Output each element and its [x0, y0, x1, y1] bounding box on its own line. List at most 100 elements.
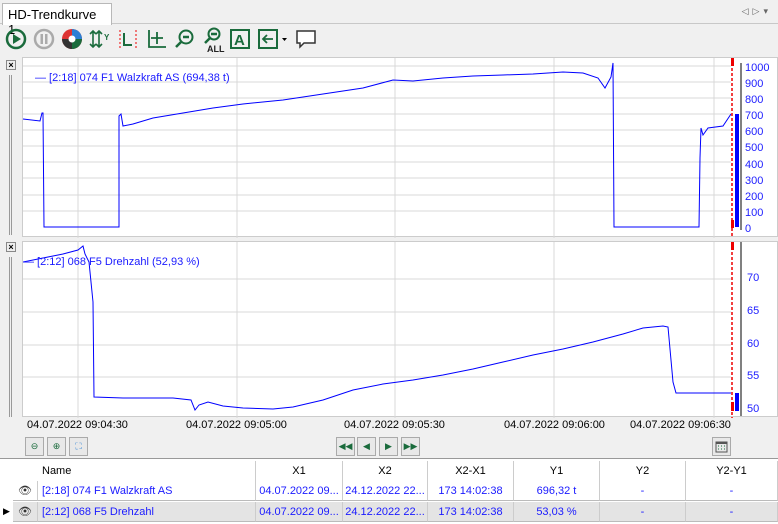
chart1-series-line [23, 62, 732, 228]
last-button[interactable]: ▶▶ [401, 437, 420, 456]
step-forward-icon: ▶ [385, 441, 392, 451]
calendar-button[interactable] [712, 437, 731, 456]
pause-icon [33, 28, 55, 50]
tab-hd-trendkurve[interactable]: HD-Trendkurve 1 [2, 3, 112, 37]
pan-button[interactable] [144, 27, 168, 51]
eye-icon: 👁 [18, 506, 32, 518]
zoom-all-label: ALL [207, 44, 225, 53]
zoom-in-time-button[interactable]: ⊕ [47, 437, 66, 456]
time-tick: 04.07.2022 09:06:30 [630, 419, 731, 431]
fast-forward-icon: ▶▶ [403, 441, 418, 451]
cell-y2: - [600, 502, 686, 522]
chart2-series-line [23, 245, 731, 411]
time-tick: 04.07.2022 09:05:00 [186, 419, 287, 431]
cell-x1: 04.07.2022 09... [256, 502, 343, 522]
chart2-legend[interactable]: — [2:12] 068 F5 Drehzahl (52,93 %) [23, 256, 200, 268]
eye-icon: 👁 [18, 485, 32, 497]
play-icon [5, 28, 27, 50]
y-tick: 600 [745, 126, 764, 139]
text-button[interactable]: A [228, 27, 252, 51]
col-x2-x1[interactable]: X2-X1 [428, 461, 514, 481]
col-name[interactable]: Name [38, 461, 256, 481]
color-button[interactable] [60, 27, 84, 51]
col-y2-y1[interactable]: Y2-Y1 [686, 461, 778, 481]
visibility-toggle[interactable]: 👁 [13, 502, 38, 522]
pause-button[interactable] [32, 27, 56, 51]
zoom-out-icon [175, 29, 194, 48]
cell-y1: 53,03 % [514, 502, 600, 522]
cell-x2-x1: 173 14:02:38 [428, 502, 514, 522]
table-row-name[interactable]: [2:18] 074 F1 Walzkraft AS [38, 481, 256, 501]
chart2-splitter[interactable] [9, 257, 12, 417]
col-y2[interactable]: Y2 [600, 461, 686, 481]
cursor-lines-icon [119, 30, 137, 49]
time-tick: 04.07.2022 09:06:00 [504, 419, 605, 431]
row-selector-icon: ▶ [3, 506, 10, 516]
chart2-grid [23, 242, 731, 418]
cell-y1: 696,32 t [514, 481, 600, 501]
tab-strip: HD-Trendkurve 1 ◁▷▾ [0, 0, 778, 37]
zoom-out-time-button[interactable]: ⊖ [25, 437, 44, 456]
play-button[interactable] [4, 27, 28, 51]
col-x2[interactable]: X2 [343, 461, 428, 481]
chart1-legend[interactable]: — [2:18] 074 F1 Walzkraft AS (694,38 t) [35, 72, 230, 84]
text-icon: A [230, 29, 250, 49]
close-chart2-button[interactable]: × [6, 242, 16, 252]
y-scale-icon: Y [89, 29, 110, 49]
chart1-grid [23, 58, 731, 238]
prev-button[interactable]: ◀ [357, 437, 376, 456]
expand-icon: ⛶ [75, 441, 82, 451]
comment-icon [296, 30, 316, 49]
col-y1[interactable]: Y1 [514, 461, 600, 481]
svg-text:A: A [234, 32, 245, 49]
tab-nav[interactable]: ◁▷▾ [742, 6, 772, 17]
y-tick: 400 [745, 158, 764, 171]
series-table: Name X1 X2 X2-X1 Y1 Y2 Y2-Y1 👁 [2:18] 07… [0, 458, 778, 524]
comment-button[interactable] [294, 27, 318, 51]
visibility-toggle[interactable]: 👁 [13, 481, 38, 501]
cell-x2-x1: 173 14:02:38 [428, 481, 514, 501]
next-button[interactable]: ▶ [379, 437, 398, 456]
zoom-out-icon: ⊖ [30, 441, 39, 451]
step-back-icon: ◀ [363, 441, 370, 451]
calendar-icon [715, 441, 728, 453]
time-tick: 04.07.2022 09:05:30 [344, 419, 445, 431]
color-wheel-icon [62, 29, 82, 49]
back-button[interactable] [256, 27, 290, 51]
chart2: — [2:12] 068 F5 Drehzahl (52,93 %) 70 65… [22, 241, 778, 418]
cell-x2: 24.12.2022 22... [343, 502, 428, 522]
chart1: — [2:18] 074 F1 Walzkraft AS (694,38 t) … [22, 57, 778, 238]
y-tick: 100 [745, 206, 764, 219]
zoom-out-button[interactable] [172, 27, 196, 51]
y-tick: 800 [745, 94, 764, 107]
table-row-name[interactable]: [2:12] 068 F5 Drehzahl [38, 502, 256, 522]
fast-back-icon: ◀◀ [338, 441, 353, 451]
y-tick: 500 [745, 142, 764, 155]
y-tick: 1000 [745, 62, 770, 74]
cell-y2: - [600, 481, 686, 501]
y-scale-button[interactable]: Y [88, 27, 112, 51]
y-tick: 300 [745, 174, 764, 187]
chart1-splitter[interactable] [9, 75, 12, 235]
chart1-value-bar [735, 114, 739, 227]
y-tick: 200 [745, 190, 764, 203]
chart2-value-bar [735, 393, 739, 411]
y-tick: 60 [747, 338, 760, 350]
zoom-out-all-button[interactable]: ALL [200, 27, 226, 53]
cell-y2-y1: - [686, 481, 778, 501]
y-tick: 70 [747, 272, 760, 284]
fit-button[interactable]: ⛶ [69, 437, 88, 456]
col-x1[interactable]: X1 [256, 461, 343, 481]
chart1-plot [23, 58, 742, 238]
first-button[interactable]: ◀◀ [336, 437, 355, 456]
y-tick: 700 [745, 110, 764, 123]
time-tick: 04.07.2022 09:04:30 [27, 419, 128, 431]
cell-x2: 24.12.2022 22... [343, 481, 428, 501]
y-tick: 0 [745, 222, 752, 235]
zoom-out-all-icon: ALL [204, 27, 225, 53]
y-tick: 900 [745, 78, 764, 91]
cell-y2-y1: - [686, 502, 778, 522]
cursor-button[interactable] [116, 27, 140, 51]
close-chart1-button[interactable]: × [6, 60, 16, 70]
y-tick: 55 [747, 370, 760, 382]
